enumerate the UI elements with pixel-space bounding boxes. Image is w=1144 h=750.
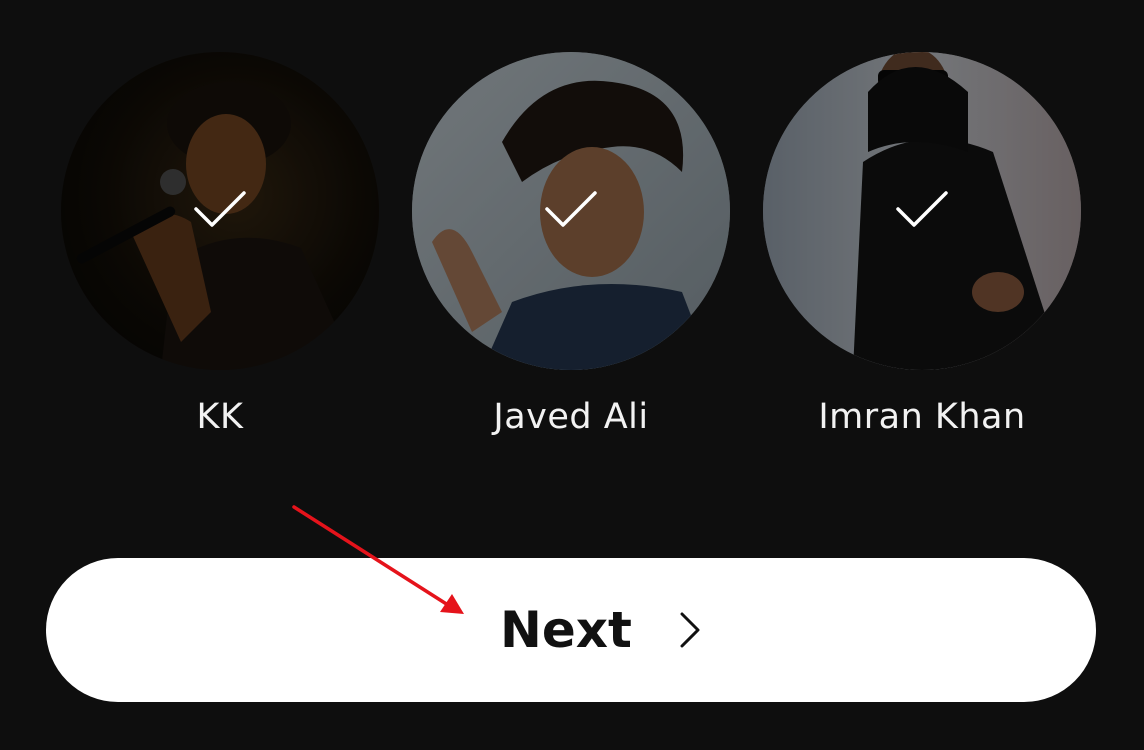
- artist-name: Imran Khan: [818, 397, 1026, 437]
- checkmark-icon: [896, 191, 948, 227]
- chevron-right-icon: [680, 612, 700, 648]
- artist-card-kk[interactable]: KK: [61, 52, 379, 438]
- next-button[interactable]: Next: [46, 558, 1096, 702]
- checkmark-icon: [194, 191, 246, 227]
- artist-selection-screen: KK Javed Ali Imran Khan Next: [0, 0, 1144, 750]
- artist-name: Javed Ali: [493, 397, 649, 437]
- next-button-label: Next: [500, 601, 632, 659]
- checkmark-icon: [545, 191, 597, 227]
- artist-avatar[interactable]: [763, 52, 1081, 370]
- artist-avatar[interactable]: [412, 52, 730, 370]
- artist-card-imran-khan[interactable]: Imran Khan: [763, 52, 1081, 438]
- artist-name: KK: [196, 397, 244, 437]
- artist-avatar[interactable]: [61, 52, 379, 370]
- artist-card-javed-ali[interactable]: Javed Ali: [412, 52, 730, 438]
